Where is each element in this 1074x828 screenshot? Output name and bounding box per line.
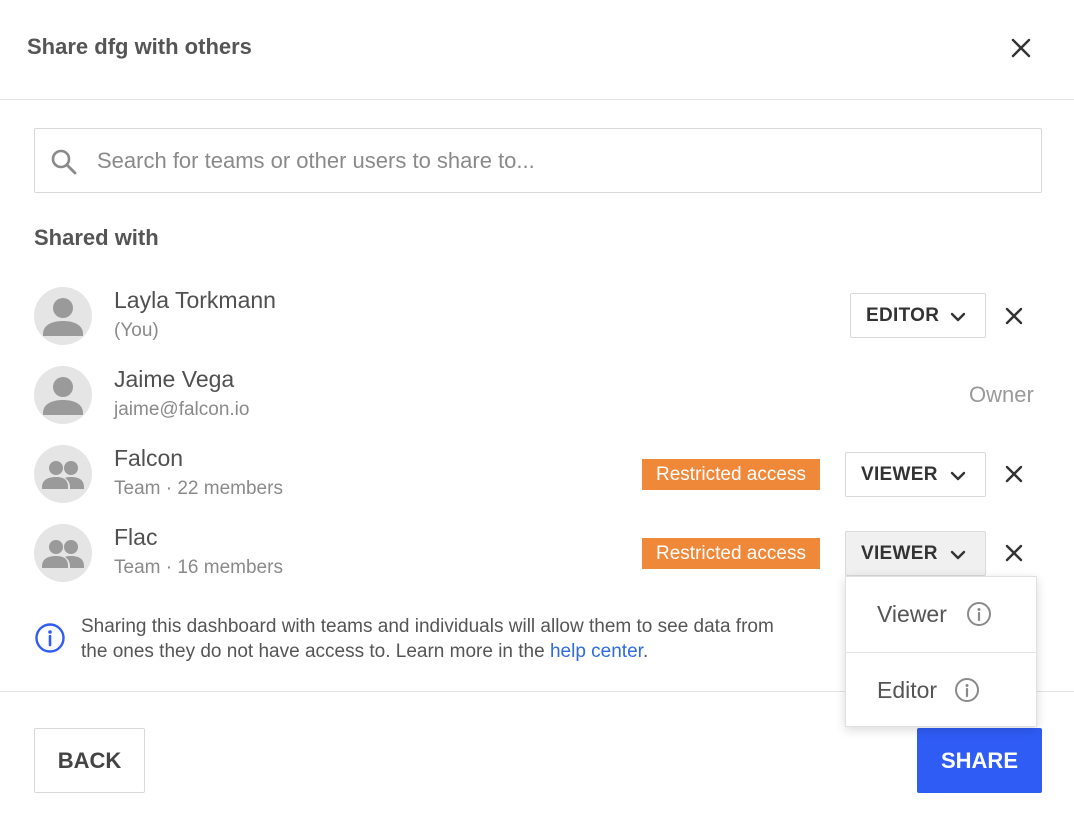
team-members: Team · 16 members bbox=[114, 557, 283, 578]
role-label: VIEWER bbox=[861, 464, 938, 485]
role-option-viewer[interactable]: Viewer bbox=[846, 577, 1036, 652]
dialog-header: Share dfg with others bbox=[0, 0, 1074, 100]
role-dropdown-menu: Viewer Editor bbox=[845, 576, 1037, 727]
info-circle-icon[interactable] bbox=[966, 601, 992, 627]
user-subtitle: (You) bbox=[114, 320, 159, 341]
user-name: Layla Torkmann bbox=[114, 287, 276, 313]
shared-with-heading: Shared with bbox=[34, 225, 159, 250]
chevron-down-icon bbox=[949, 308, 967, 326]
search-icon bbox=[49, 147, 79, 177]
remove-icon[interactable] bbox=[1002, 304, 1026, 328]
search-input[interactable] bbox=[97, 139, 1027, 183]
role-dropdown-button[interactable]: EDITOR bbox=[850, 293, 986, 338]
back-button[interactable]: BACK bbox=[34, 728, 145, 793]
team-name: Falcon bbox=[114, 445, 184, 471]
info-text: Sharing this dashboard with teams and in… bbox=[81, 614, 861, 664]
role-option-label: Editor bbox=[877, 677, 938, 703]
info-line-2-text: the ones they do not have access to. Lea… bbox=[81, 641, 550, 662]
team-avatar-icon bbox=[34, 445, 92, 503]
info-line-1: Sharing this dashboard with teams and in… bbox=[81, 616, 774, 637]
role-option-editor[interactable]: Editor bbox=[846, 653, 1036, 728]
info-circle-icon[interactable] bbox=[954, 677, 980, 703]
info-line-2: the ones they do not have access to. Lea… bbox=[81, 639, 861, 664]
role-dropdown-button[interactable]: VIEWER bbox=[845, 531, 986, 576]
team-members: Team · 22 members bbox=[114, 478, 283, 499]
dialog-title: Share dfg with others bbox=[27, 34, 252, 59]
user-avatar-icon bbox=[34, 366, 92, 424]
share-button[interactable]: SHARE bbox=[917, 728, 1042, 793]
user-email: jaime@falcon.io bbox=[114, 399, 250, 420]
shared-user-row: Layla Torkmann (You) EDITOR bbox=[0, 287, 1074, 357]
info-icon bbox=[34, 622, 66, 654]
chevron-down-icon bbox=[949, 467, 967, 485]
shared-team-row: Falcon Team · 22 members Restricted acce… bbox=[0, 445, 1074, 515]
search-box bbox=[34, 128, 1042, 193]
owner-label: Owner bbox=[969, 382, 1034, 407]
team-name: Flac bbox=[114, 524, 158, 550]
team-avatar-icon bbox=[34, 524, 92, 582]
user-name: Jaime Vega bbox=[114, 366, 235, 392]
info-line-2-period: . bbox=[642, 641, 649, 662]
role-label: EDITOR bbox=[866, 305, 940, 326]
restricted-access-badge: Restricted access bbox=[642, 538, 820, 569]
role-dropdown-button[interactable]: VIEWER bbox=[845, 452, 986, 497]
remove-icon[interactable] bbox=[1002, 462, 1026, 486]
help-center-link[interactable]: help center bbox=[550, 641, 643, 662]
remove-icon[interactable] bbox=[1002, 541, 1026, 565]
shared-user-row: Jaime Vega jaime@falcon.io Owner bbox=[0, 366, 1074, 436]
restricted-access-badge: Restricted access bbox=[642, 459, 820, 490]
chevron-down-icon bbox=[949, 546, 967, 564]
role-label: VIEWER bbox=[861, 543, 938, 564]
close-icon[interactable] bbox=[1008, 35, 1034, 61]
role-option-label: Viewer bbox=[877, 601, 947, 627]
user-avatar-icon bbox=[34, 287, 92, 345]
